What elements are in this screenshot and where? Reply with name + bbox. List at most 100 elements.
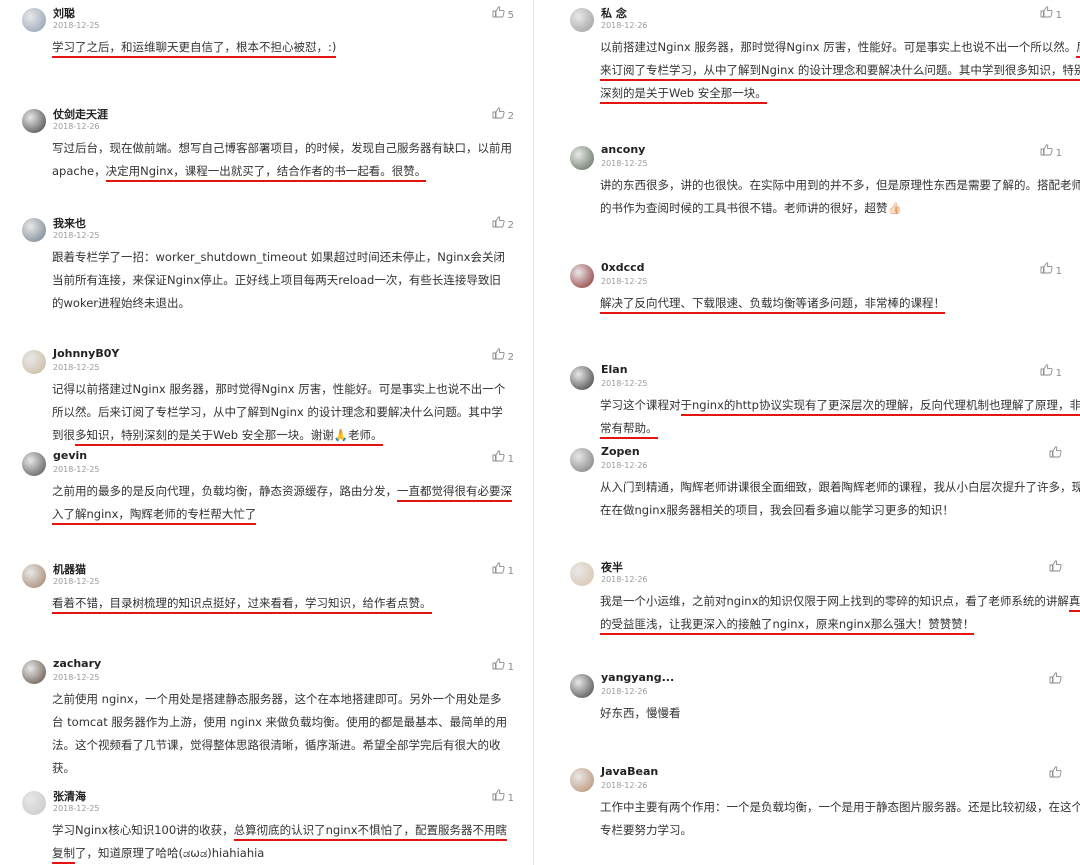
like-button[interactable]: 1 xyxy=(492,789,514,804)
comment-text: 之前用的最多的是反向代理，负载均衡，静态资源缓存，路由分发，一直都觉得很有必要深… xyxy=(52,480,512,526)
column-divider xyxy=(533,0,534,865)
commenter-name: gevin xyxy=(53,449,88,462)
like-count: 1 xyxy=(507,662,514,673)
like-button[interactable]: 1 xyxy=(1040,6,1062,21)
like-button[interactable]: 1 xyxy=(1040,144,1062,159)
thumbs-up-icon xyxy=(1049,446,1062,458)
left-comment-column: 刘聪 2018-12-25 5 学习了之后，和运维聊天更自信了，根本不担心被怼，:) 仗… xyxy=(0,0,520,865)
text-segment: 讲的东西很多，讲的也很快。在实际中用到的并不多，但是原理性东西是需要了解的。搭配… xyxy=(600,178,1080,215)
thumbs-up-icon xyxy=(492,107,505,119)
like-count: 1 xyxy=(507,454,514,465)
commenter-name: 夜半 xyxy=(601,561,623,574)
like-button[interactable]: 1 xyxy=(1040,364,1062,379)
underlined-text-segment: 学习了之后，和运维聊天更自信了，根本不担心被怼，:) xyxy=(52,40,337,58)
commenter-name: 机器猫 xyxy=(53,563,86,576)
like-button[interactable]: 5 xyxy=(492,6,514,21)
avatar[interactable] xyxy=(22,791,46,815)
text-segment: 我是一个小运维，之前对nginx的知识仅限于网上找到的零碎的知识点，看了老师系统… xyxy=(600,594,1069,608)
avatar[interactable] xyxy=(22,564,46,588)
commenter-name: zachary xyxy=(53,657,102,670)
thumbs-up-icon xyxy=(492,562,505,574)
comment-text: 从入门到精通，陶辉老师讲课很全面细致，跟着陶辉老师的课程，我从小白层次提升了许多… xyxy=(600,476,1080,522)
like-button[interactable]: 2 xyxy=(492,348,514,363)
comment-text: 工作中主要有两个作用：一个是负载均衡，一个是用于静态图片服务器。还是比较初级，在… xyxy=(600,796,1080,842)
like-button[interactable]: 1 xyxy=(492,450,514,465)
comment-text: 跟着专栏学了一招：worker_shutdown_timeout 如果超过时间还… xyxy=(52,246,512,315)
comment-date: 2018-12-26 xyxy=(601,687,648,696)
text-segment: 好东西，慢慢看 xyxy=(600,706,681,720)
text-segment: 了，知道原理了哈哈(ಡωಡ)hiahiahia xyxy=(75,846,265,860)
underlined-text-segment: 决定用Nginx，课程一出就买了，结合作者的书一起看。很赞。 xyxy=(105,164,427,182)
underlined-text-segment: 多知识，特别深刻的是关于Web 安全那一块。谢谢🙏老师。 xyxy=(75,428,383,446)
commenter-name: 私 念 xyxy=(601,7,627,20)
like-button[interactable]: 1 xyxy=(1040,262,1062,277)
comment-date: 2018-12-25 xyxy=(53,465,100,474)
underlined-text-segment: 看着不错，目录树梳理的知识点挺好，过来看看，学习知识，给作者点赞。 xyxy=(52,596,432,614)
like-button[interactable] xyxy=(1049,446,1062,461)
comment-text: 学习Nginx核心知识100讲的收获，总算彻底的认识了nginx不惧怕了，配置服… xyxy=(52,819,512,865)
commenter-name: JavaBean xyxy=(601,765,659,778)
text-segment: 跟着专栏学了一招：worker_shutdown_timeout 如果超过时间还… xyxy=(52,250,505,310)
like-button[interactable] xyxy=(1049,672,1062,687)
like-button[interactable]: 1 xyxy=(492,562,514,577)
commenter-name: yangyang... xyxy=(601,671,675,684)
comment-date: 2018-12-25 xyxy=(53,577,100,586)
avatar[interactable] xyxy=(570,264,594,288)
like-button[interactable] xyxy=(1049,560,1062,575)
thumbs-up-icon xyxy=(1049,560,1062,572)
comment-text: 学习了之后，和运维聊天更自信了，根本不担心被怼，:) xyxy=(52,36,512,59)
comment-date: 2018-12-25 xyxy=(53,21,100,30)
comment-text: 讲的东西很多，讲的也很快。在实际中用到的并不多，但是原理性东西是需要了解的。搭配… xyxy=(600,174,1080,220)
underlined-text-segment: 解决了反向代理、下载限速、负载均衡等诸多问题，非常棒的课程！ xyxy=(600,296,945,314)
like-count: 1 xyxy=(1055,148,1062,159)
like-count: 2 xyxy=(507,220,514,231)
text-segment: 以前搭建过Nginx 服务器，那时觉得Nginx 厉害，性能好。可是事实上也说不… xyxy=(600,40,1077,54)
avatar[interactable] xyxy=(570,448,594,472)
like-count: 1 xyxy=(507,793,514,804)
like-button[interactable]: 2 xyxy=(492,216,514,231)
comment-date: 2018-12-25 xyxy=(53,804,100,813)
comment-text: 写过后台，现在做前端。想写自己博客部署项目，的时候，发现自己服务器有缺口，以前用… xyxy=(52,137,512,183)
avatar[interactable] xyxy=(570,366,594,390)
comment-date: 2018-12-25 xyxy=(601,277,648,286)
avatar[interactable] xyxy=(570,674,594,698)
avatar[interactable] xyxy=(22,350,46,374)
avatar[interactable] xyxy=(22,8,46,32)
thumbs-up-icon xyxy=(1040,364,1053,376)
text-segment: 从入门到精通，陶辉老师讲课很全面细致，跟着陶辉老师的课程，我从小白层次提升了许多… xyxy=(600,480,1080,517)
comment-text: 好东西，慢慢看 xyxy=(600,702,1080,725)
comment-date: 2018-12-25 xyxy=(53,363,100,372)
text-segment: 学习Nginx核心知识100讲的收获， xyxy=(52,823,234,837)
comment-text: 我是一个小运维，之前对nginx的知识仅限于网上找到的零碎的知识点，看了老师系统… xyxy=(600,590,1080,636)
commenter-name: 0xdccd xyxy=(601,261,645,274)
like-button[interactable]: 1 xyxy=(492,658,514,673)
comment-date: 2018-12-26 xyxy=(601,21,648,30)
avatar[interactable] xyxy=(570,8,594,32)
thumbs-up-icon xyxy=(1049,766,1062,778)
avatar[interactable] xyxy=(22,660,46,684)
like-count: 5 xyxy=(507,10,514,21)
comment-text: 解决了反向代理、下载限速、负载均衡等诸多问题，非常棒的课程！ xyxy=(600,292,1080,315)
commenter-name: JohnnyB0Y xyxy=(53,347,120,360)
like-button[interactable] xyxy=(1049,766,1062,781)
comment-text: 以前搭建过Nginx 服务器，那时觉得Nginx 厉害，性能好。可是事实上也说不… xyxy=(600,36,1080,105)
like-button[interactable]: 2 xyxy=(492,107,514,122)
underlined-text-segment: 于nginx的http协议实现有了更深层次的理解，反向代理机制也理解了原理， xyxy=(680,398,1070,416)
commenter-name: 刘聪 xyxy=(53,7,75,20)
comment-text: 学习这个课程对于nginx的http协议实现有了更深层次的理解，反向代理机制也理… xyxy=(600,394,1080,440)
commenter-name: 仗剑走天涯 xyxy=(53,108,108,121)
right-comment-column: 私 念 2018-12-26 1 以前搭建过Nginx 服务器，那时觉得Nginx 厉… xyxy=(548,0,1080,865)
comment-date: 2018-12-25 xyxy=(601,379,648,388)
comment-date: 2018-12-25 xyxy=(601,159,648,168)
avatar[interactable] xyxy=(570,768,594,792)
thumbs-up-icon xyxy=(492,6,505,18)
comment-date: 2018-12-25 xyxy=(53,231,100,240)
avatar[interactable] xyxy=(22,109,46,133)
thumbs-up-icon xyxy=(492,216,505,228)
avatar[interactable] xyxy=(22,452,46,476)
comment-date: 2018-12-26 xyxy=(601,461,648,470)
avatar[interactable] xyxy=(22,218,46,242)
thumbs-up-icon xyxy=(1040,144,1053,156)
avatar[interactable] xyxy=(570,146,594,170)
avatar[interactable] xyxy=(570,562,594,586)
